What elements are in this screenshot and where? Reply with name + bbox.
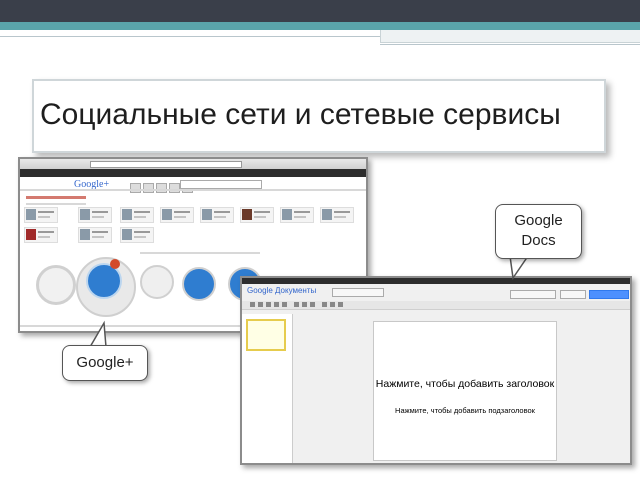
google-plus-callout: Google+ (62, 345, 148, 381)
callout-tail (509, 255, 530, 281)
google-docs-callout-line1: Google (514, 212, 563, 229)
google-docs-callout-line2: Docs (521, 232, 556, 249)
google-docs-callout: Google Docs (495, 204, 582, 259)
callout-tail (88, 320, 107, 348)
